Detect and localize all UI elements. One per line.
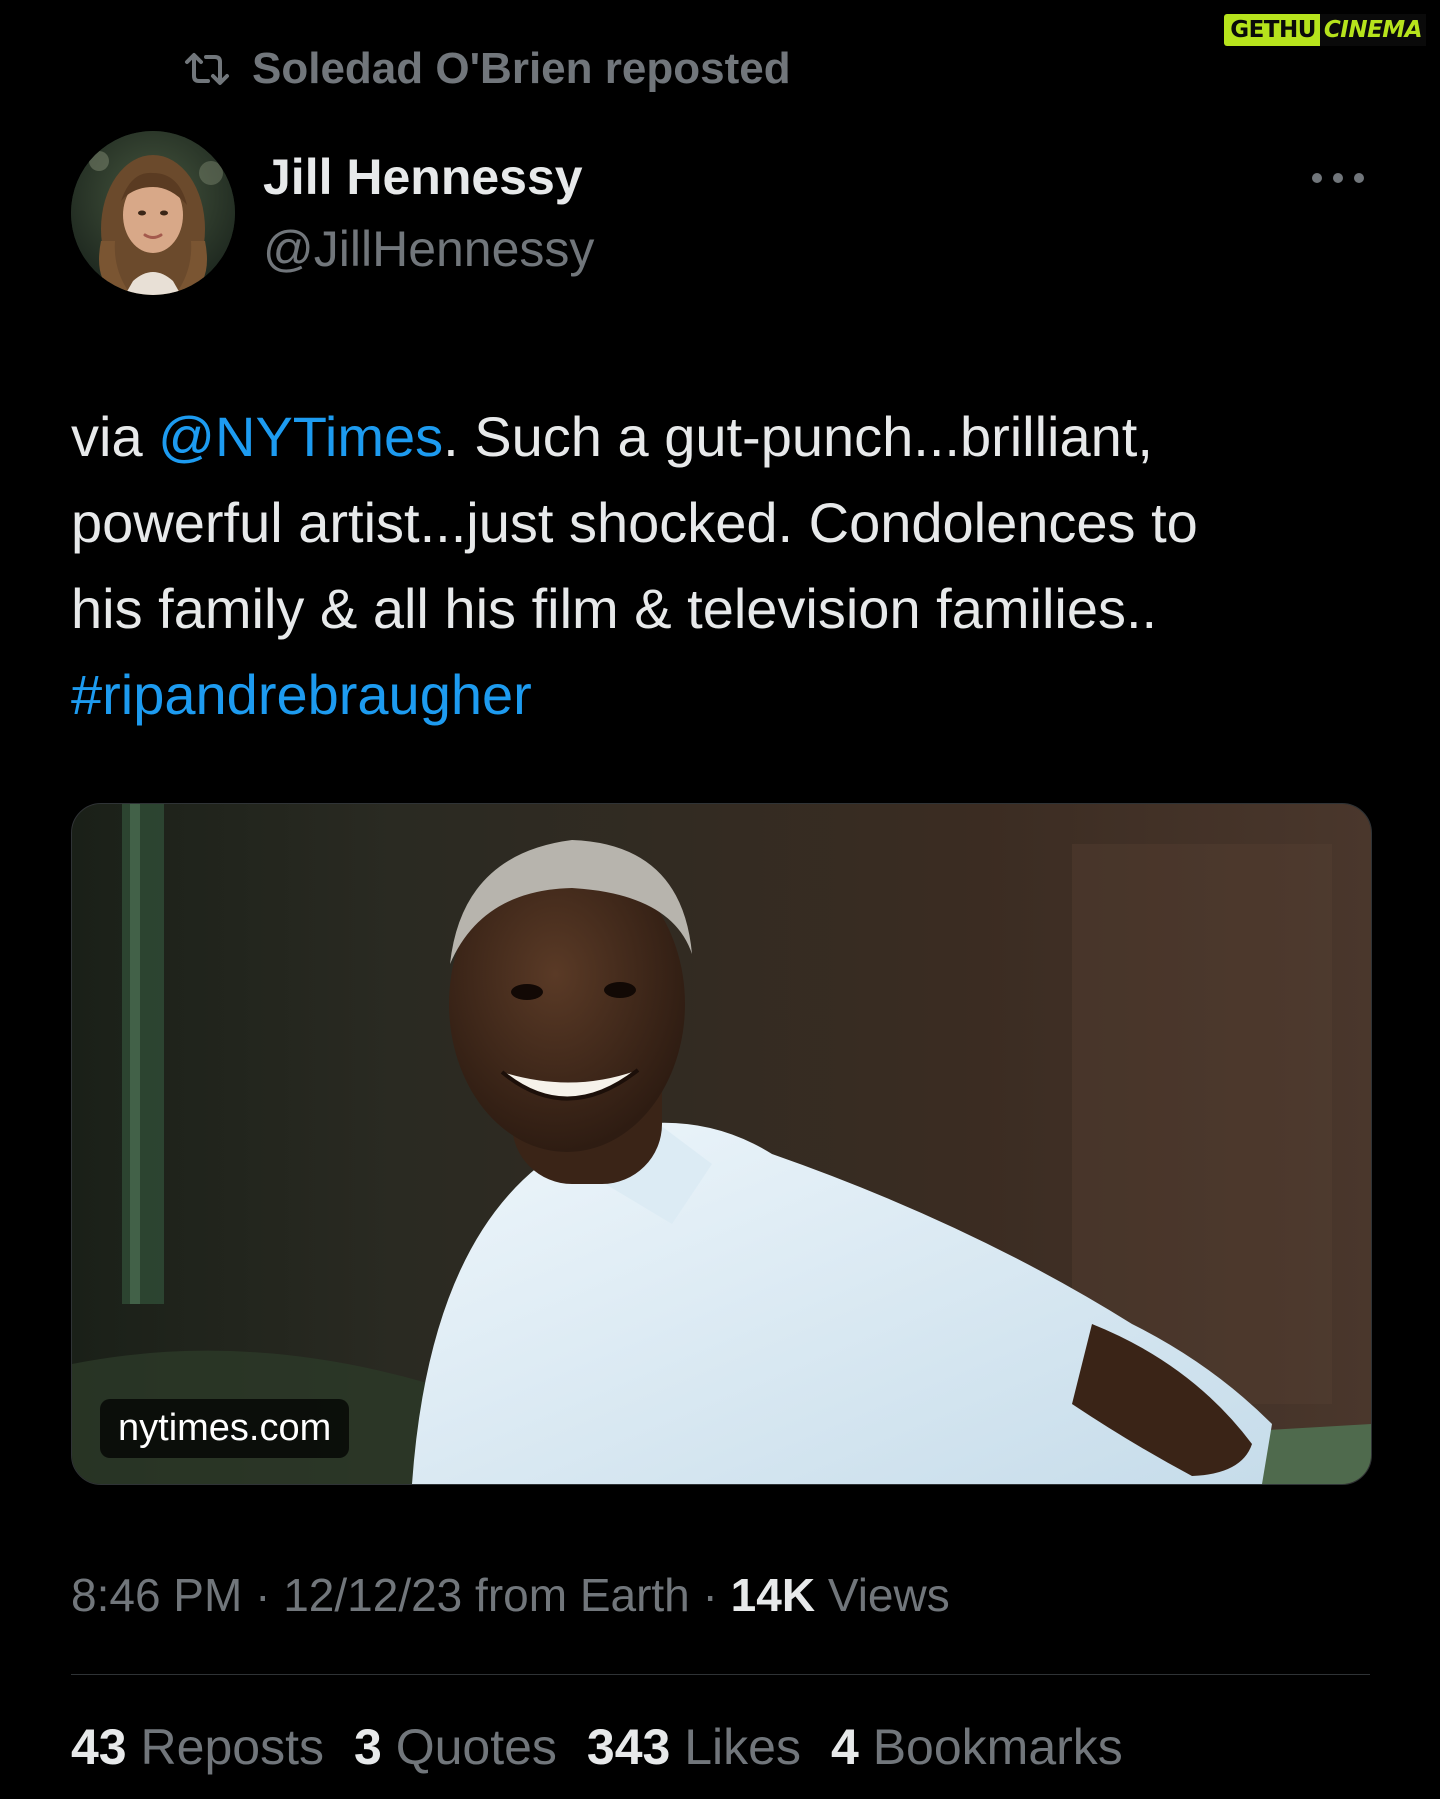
likes-stat[interactable]: 343 Likes [587,1718,801,1776]
link-card[interactable]: nytimes.com [71,803,1372,1485]
tweet-time[interactable]: 8:46 PM [71,1569,242,1621]
social-context-text: Soledad O'Brien reposted [252,44,791,93]
watermark-logo: GETHU CINEMA [1224,14,1426,46]
watermark-part-2: CINEMA [1319,14,1426,46]
engagement-stats: 43 Reposts 3 Quotes 343 Likes 4 Bookmark… [71,1718,1123,1776]
mention-link[interactable]: @NYTimes [158,405,443,468]
tweet-text-prefix: via [71,405,159,468]
tweet-metadata: 8:46 PM · 12/12/23 from Earth · 14K View… [71,1568,950,1622]
more-options-icon[interactable] [1312,168,1364,188]
tweet-date-source: 12/12/23 from Earth [283,1569,690,1621]
avatar[interactable] [71,131,235,295]
tweet-line-3: his family & all his film & television f… [71,577,1158,640]
tweet-text-suffix: . Such a gut-punch...brilliant, [443,405,1153,468]
views-label: Views [815,1569,950,1621]
quotes-count: 3 [353,1719,382,1775]
hashtag-link[interactable]: #ripandrebraugher [71,652,1391,738]
article-photo [72,804,1371,1484]
reposts-stat[interactable]: 43 Reposts [71,1718,324,1776]
watermark-part-1: GETHU [1224,14,1320,46]
divider [71,1674,1370,1675]
likes-count: 343 [586,1719,671,1775]
tweet-text: via @NYTimes. Such a gut-punch...brillia… [71,394,1391,738]
quotes-stat[interactable]: 3 Quotes [354,1718,557,1776]
link-domain-badge: nytimes.com [100,1399,350,1458]
author-name[interactable]: Jill Hennessy [263,148,583,206]
bookmarks-label: Bookmarks [872,1719,1123,1775]
tweet-line-1: via @NYTimes. Such a gut-punch...brillia… [71,394,1391,480]
likes-label: Likes [684,1719,801,1775]
quotes-label: Quotes [395,1719,557,1775]
reposts-count: 43 [71,1719,127,1775]
separator-dot: · [689,1569,731,1621]
views-count: 14K [730,1569,816,1621]
social-context[interactable]: Soledad O'Brien reposted [184,44,791,94]
bookmarks-count: 4 [830,1719,859,1775]
repost-icon [184,52,230,86]
bookmarks-stat[interactable]: 4 Bookmarks [831,1718,1123,1776]
reposts-label: Reposts [140,1719,324,1775]
tweet-line-2: powerful artist...just shocked. Condolen… [71,491,1198,554]
separator-dot: · [242,1569,284,1621]
author-handle[interactable]: @JillHennessy [263,220,594,278]
